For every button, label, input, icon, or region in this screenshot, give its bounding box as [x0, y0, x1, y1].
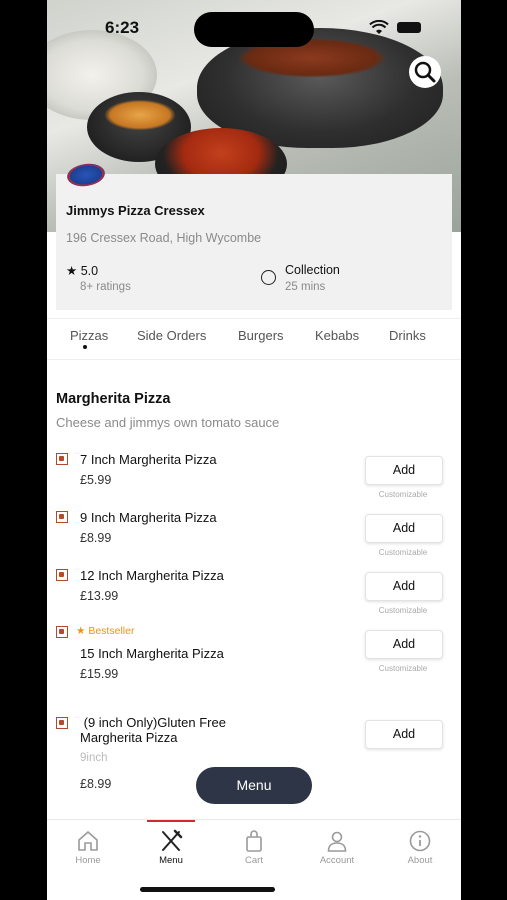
restaurant-name: Jimmys Pizza Cressex [66, 203, 205, 218]
status-time: 6:23 [105, 18, 140, 37]
user-icon [327, 831, 347, 852]
section-title: Margherita Pizza [56, 391, 171, 407]
nav-about-label: About [407, 855, 433, 866]
active-tab-indicator [83, 345, 87, 349]
search-icon [414, 61, 436, 83]
tab-side-orders[interactable]: Side Orders [137, 328, 206, 343]
item-price: £13.99 [80, 589, 119, 603]
item-name: 7 Inch Margherita Pizza [80, 452, 217, 467]
home-icon [78, 831, 98, 851]
tab-drinks[interactable]: Drinks [389, 328, 426, 343]
item-price: £5.99 [80, 473, 112, 487]
battery-icon [397, 22, 421, 33]
restaurant-address: 196 Cressex Road, High Wycombe [66, 231, 262, 245]
collection-radio-icon[interactable] [261, 270, 276, 285]
nav-account-label: Account [319, 855, 355, 866]
add-button[interactable]: Add [365, 456, 443, 485]
customizable-label: Customizable [378, 664, 428, 673]
nav-cart-label: Cart [245, 855, 263, 866]
customizable-label: Customizable [378, 548, 428, 557]
nav-home[interactable]: Home [47, 820, 129, 880]
wifi-icon [369, 20, 389, 34]
fries [105, 100, 175, 130]
bestseller-badge: ★ Bestseller [76, 625, 135, 637]
star-icon: ★ [76, 625, 86, 637]
rating-value: 5.0 [80, 264, 99, 278]
add-button[interactable]: Add [365, 514, 443, 543]
app-screen: 6:23 Jimmys Pizza Cressex 196 Cressex Ro… [47, 0, 461, 900]
star-icon: ★ [66, 264, 78, 278]
home-indicator [140, 887, 275, 892]
item-name-line1: (9 inch Only)Gluten Free [80, 715, 226, 730]
search-button[interactable] [409, 56, 441, 88]
nav-menu[interactable]: Menu [130, 820, 212, 880]
info-icon [409, 830, 431, 852]
nav-home-label: Home [75, 855, 101, 866]
add-button[interactable]: Add [365, 720, 443, 749]
item-price: £8.99 [80, 777, 112, 791]
dynamic-island [194, 12, 314, 47]
rating: ★ 5.0 [66, 263, 98, 278]
add-button[interactable]: Add [365, 630, 443, 659]
nav-account[interactable]: Account [296, 820, 378, 880]
item-name: 15 Inch Margherita Pizza [80, 646, 224, 661]
veg-icon [56, 569, 68, 581]
rating-count: 8+ ratings [80, 281, 131, 293]
item-name: 9 Inch Margherita Pizza [80, 510, 217, 525]
customizable-label: Customizable [378, 606, 428, 615]
item-price: £8.99 [80, 531, 112, 545]
tab-kebabs[interactable]: Kebabs [315, 328, 359, 343]
collection-label[interactable]: Collection [285, 263, 340, 277]
veg-icon [56, 453, 68, 465]
veg-icon [56, 717, 68, 729]
cutlery-icon [162, 829, 183, 851]
add-button[interactable]: Add [365, 572, 443, 601]
tab-burgers[interactable]: Burgers [238, 328, 284, 343]
item-name-line2: Margherita Pizza [80, 730, 178, 745]
bag-icon [246, 830, 262, 852]
section-description: Cheese and jimmys own tomato sauce [56, 415, 280, 430]
tab-pizzas[interactable]: Pizzas [70, 328, 108, 343]
nav-cart[interactable]: Cart [213, 820, 295, 880]
veg-icon [56, 626, 68, 638]
item-size: 9inch [80, 752, 108, 764]
nav-about[interactable]: About [379, 820, 461, 880]
veg-icon [56, 511, 68, 523]
category-tabs: Pizzas Side Orders Burgers Kebabs Drinks [47, 318, 461, 360]
item-name: 12 Inch Margherita Pizza [80, 568, 224, 583]
customizable-label: Customizable [378, 490, 428, 499]
collection-time: 25 mins [285, 281, 326, 293]
nav-menu-label: Menu [159, 855, 183, 866]
menu-button[interactable]: Menu [196, 767, 312, 804]
item-price: £15.99 [80, 667, 119, 681]
